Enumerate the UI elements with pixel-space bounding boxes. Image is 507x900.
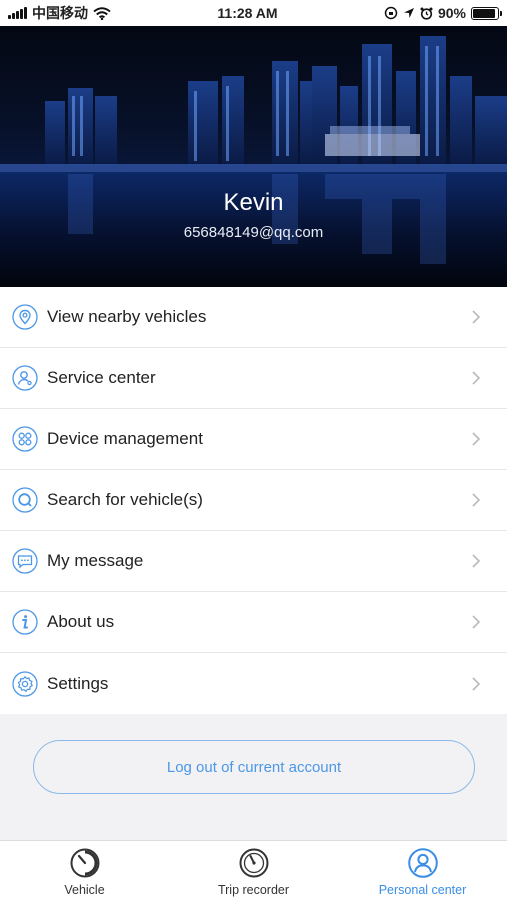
chevron-right-icon xyxy=(472,493,481,507)
tab-label: Vehicle xyxy=(64,883,105,897)
menu-item-service-center[interactable]: Service center xyxy=(0,348,507,409)
menu-item-my-message[interactable]: My message xyxy=(0,531,507,592)
device-grid-icon xyxy=(12,426,38,452)
gear-icon xyxy=(12,670,38,697)
menu-item-search-for-vehicles[interactable]: Search for vehicle(s) xyxy=(0,470,507,531)
wifi-icon xyxy=(93,6,111,20)
signal-icon xyxy=(8,7,27,19)
orientation-lock-icon xyxy=(384,6,398,20)
menu-item-about-us[interactable]: About us xyxy=(0,592,507,653)
menu-item-label: Device management xyxy=(47,429,203,448)
chevron-right-icon xyxy=(472,615,481,629)
menu-item-label: About us xyxy=(47,612,115,631)
chevron-right-icon xyxy=(472,554,481,568)
tab-vehicle[interactable]: Vehicle xyxy=(0,841,169,900)
menu-item-device-management[interactable]: Device management xyxy=(0,409,507,470)
tab-label: Trip recorder xyxy=(217,883,290,897)
person-icon xyxy=(407,848,438,878)
status-right: 90% xyxy=(384,5,502,21)
user-email: 656848149@qq.com xyxy=(183,224,324,241)
chevron-right-icon xyxy=(472,432,481,446)
search-icon xyxy=(12,487,38,513)
trip-recorder-icon xyxy=(239,848,268,878)
logout-button[interactable]: Log out of current account xyxy=(33,740,475,794)
city-skyline-background xyxy=(0,36,507,287)
user-name: Kevin xyxy=(223,189,284,216)
tab-bar: Vehicle Trip recorder Personal center xyxy=(0,840,507,900)
vehicle-gauge-icon xyxy=(70,848,99,878)
carrier-label: 中国移动 xyxy=(32,5,88,21)
menu-item-label: Search for vehicle(s) xyxy=(47,490,203,509)
menu-item-label: Service center xyxy=(47,368,156,387)
menu-item-view-nearby-vehicles[interactable]: View nearby vehicles xyxy=(0,287,507,348)
location-arrow-icon xyxy=(403,8,414,18)
chevron-right-icon xyxy=(472,310,481,324)
menu-item-label: View nearby vehicles xyxy=(47,307,207,326)
alarm-icon xyxy=(420,7,433,20)
tab-label: Personal center xyxy=(378,883,467,897)
menu-list: View nearby vehicles Service center Devi… xyxy=(0,287,507,714)
menu-item-label: Settings xyxy=(47,673,109,693)
status-left: 中国移动 xyxy=(8,3,111,23)
battery-icon xyxy=(471,6,502,20)
location-pin-icon xyxy=(12,304,38,330)
chevron-right-icon xyxy=(472,371,481,385)
chevron-right-icon xyxy=(472,676,481,691)
message-bubble-icon xyxy=(12,548,38,574)
status-bar: 中国移动 11:28 AM 90% xyxy=(0,0,507,26)
battery-percent: 90% xyxy=(437,5,466,21)
time-label: 11:28 AM xyxy=(217,5,278,21)
tab-trip-recorder[interactable]: Trip recorder xyxy=(169,841,338,900)
service-person-icon xyxy=(12,365,38,391)
info-icon xyxy=(12,609,38,635)
menu-item-label: My message xyxy=(47,551,144,570)
menu-item-settings[interactable]: Settings xyxy=(0,653,507,714)
profile-header: Kevin 656848149@qq.com xyxy=(0,26,507,287)
tab-personal-center[interactable]: Personal center xyxy=(338,841,507,900)
battery-fill xyxy=(473,8,495,18)
